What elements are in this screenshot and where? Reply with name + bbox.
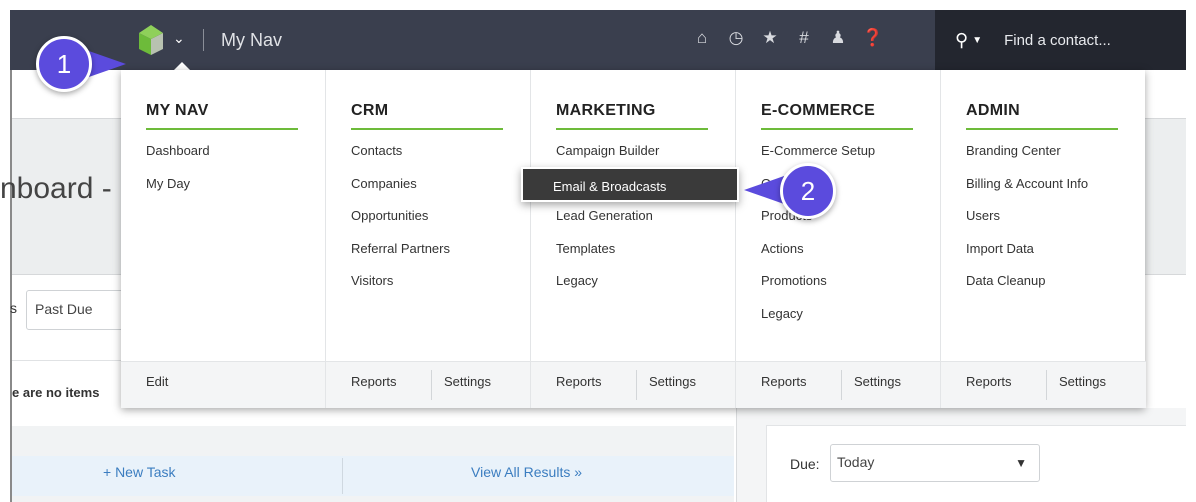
user-icon[interactable]: ♟ xyxy=(828,28,848,48)
edit-link[interactable]: Edit xyxy=(146,374,168,389)
menu-item-legacy[interactable]: Legacy xyxy=(556,273,669,306)
step-callout-2: 2 xyxy=(780,163,836,219)
search-input[interactable]: Find a contact... xyxy=(1004,32,1111,49)
menu-item-promotions[interactable]: Promotions xyxy=(761,273,875,306)
filter-select[interactable]: Past Due xyxy=(26,290,126,330)
due-select[interactable]: Today ▼ xyxy=(830,444,1040,482)
divider xyxy=(342,458,343,494)
heading-underline xyxy=(146,128,298,130)
column-footer: Reports Settings xyxy=(941,361,1146,408)
chevron-down-icon[interactable]: ⌄ xyxy=(173,30,185,47)
top-icon-group: ⌂ ◷ ★ # ♟ ❓ xyxy=(692,28,883,48)
reports-link[interactable]: Reports xyxy=(761,374,807,389)
column-heading: ADMIN xyxy=(966,102,1020,119)
settings-link[interactable]: Settings xyxy=(444,374,491,389)
help-icon[interactable]: ❓ xyxy=(862,28,883,48)
menu-item-templates[interactable]: Templates xyxy=(556,241,669,274)
hashtag-icon[interactable]: # xyxy=(794,28,814,48)
column-footer: Reports Settings xyxy=(326,361,530,408)
menu-item-import-data[interactable]: Import Data xyxy=(966,241,1088,274)
divider xyxy=(203,29,204,51)
menu-item-lead-generation[interactable]: Lead Generation xyxy=(556,208,669,241)
menu-item-my-day[interactable]: My Day xyxy=(146,176,210,209)
due-label: Due: xyxy=(790,456,820,472)
new-task-link[interactable]: + New Task xyxy=(103,464,176,480)
my-nav-button[interactable]: My Nav xyxy=(221,30,282,51)
menu-column-ecommerce: E-COMMERCE E-Commerce Setup Orders Produ… xyxy=(736,70,941,408)
menu-item-branding-center[interactable]: Branding Center xyxy=(966,143,1088,176)
reports-link[interactable]: Reports xyxy=(351,374,397,389)
hovered-menu-item-email-broadcasts[interactable]: Email & Broadcasts xyxy=(521,167,739,202)
divider xyxy=(431,370,432,400)
column-footer: Reports Settings xyxy=(736,361,940,408)
view-all-results-link[interactable]: View All Results » xyxy=(471,464,582,480)
star-icon[interactable]: ★ xyxy=(760,28,780,48)
menu-item-users[interactable]: Users xyxy=(966,208,1088,241)
menu-item-data-cleanup[interactable]: Data Cleanup xyxy=(966,273,1088,306)
menu-item-dashboard[interactable]: Dashboard xyxy=(146,143,210,176)
app-logo-icon[interactable] xyxy=(139,25,163,55)
heading-underline xyxy=(966,128,1118,130)
menu-item-visitors[interactable]: Visitors xyxy=(351,273,450,306)
menu-column-my-nav: MY NAV Dashboard My Day Edit xyxy=(121,70,326,408)
divider xyxy=(841,370,842,400)
settings-link[interactable]: Settings xyxy=(1059,374,1106,389)
page-title: nboard - xyxy=(0,172,112,205)
caret-down-icon: ▼ xyxy=(1015,456,1027,470)
callout-pointer xyxy=(744,176,784,204)
column-heading: E-COMMERCE xyxy=(761,102,876,119)
divider xyxy=(1046,370,1047,400)
settings-link[interactable]: Settings xyxy=(649,374,696,389)
column-footer: Reports Settings xyxy=(531,361,735,408)
menu-item-actions[interactable]: Actions xyxy=(761,241,875,274)
column-footer: Edit xyxy=(121,361,325,408)
heading-underline xyxy=(556,128,708,130)
column-heading: CRM xyxy=(351,102,389,119)
empty-state-text: e are no items xyxy=(12,385,100,400)
step-callout-1: 1 xyxy=(36,36,92,92)
mega-menu: MY NAV Dashboard My Day Edit CRM Contact… xyxy=(121,70,1146,408)
menu-item-referral-partners[interactable]: Referral Partners xyxy=(351,241,450,274)
contact-search[interactable]: ⚲ ▼ Find a contact... xyxy=(935,10,1186,70)
reports-link[interactable]: Reports xyxy=(966,374,1012,389)
reports-link[interactable]: Reports xyxy=(556,374,602,389)
column-heading: MARKETING xyxy=(556,102,656,119)
menu-item-contacts[interactable]: Contacts xyxy=(351,143,450,176)
caret-down-icon[interactable]: ▼ xyxy=(972,35,982,46)
menu-item-billing-account-info[interactable]: Billing & Account Info xyxy=(966,176,1088,209)
divider xyxy=(636,370,637,400)
menu-column-crm: CRM Contacts Companies Opportunities Ref… xyxy=(326,70,531,408)
due-select-value: Today xyxy=(837,454,875,470)
search-icon[interactable]: ⚲ xyxy=(955,30,968,51)
menu-column-admin: ADMIN Branding Center Billing & Account … xyxy=(941,70,1146,408)
column-heading: MY NAV xyxy=(146,102,209,119)
home-icon[interactable]: ⌂ xyxy=(692,28,712,48)
menu-item-companies[interactable]: Companies xyxy=(351,176,450,209)
menu-column-marketing: MARKETING Campaign Builder Email & Broad… xyxy=(531,70,736,408)
settings-link[interactable]: Settings xyxy=(854,374,901,389)
divider xyxy=(12,360,127,361)
callout-pointer xyxy=(86,50,126,78)
history-icon[interactable]: ◷ xyxy=(726,28,746,48)
heading-underline xyxy=(761,128,913,130)
filter-label: s xyxy=(10,300,17,316)
menu-item-opportunities[interactable]: Opportunities xyxy=(351,208,450,241)
menu-item-legacy[interactable]: Legacy xyxy=(761,306,875,339)
heading-underline xyxy=(351,128,503,130)
